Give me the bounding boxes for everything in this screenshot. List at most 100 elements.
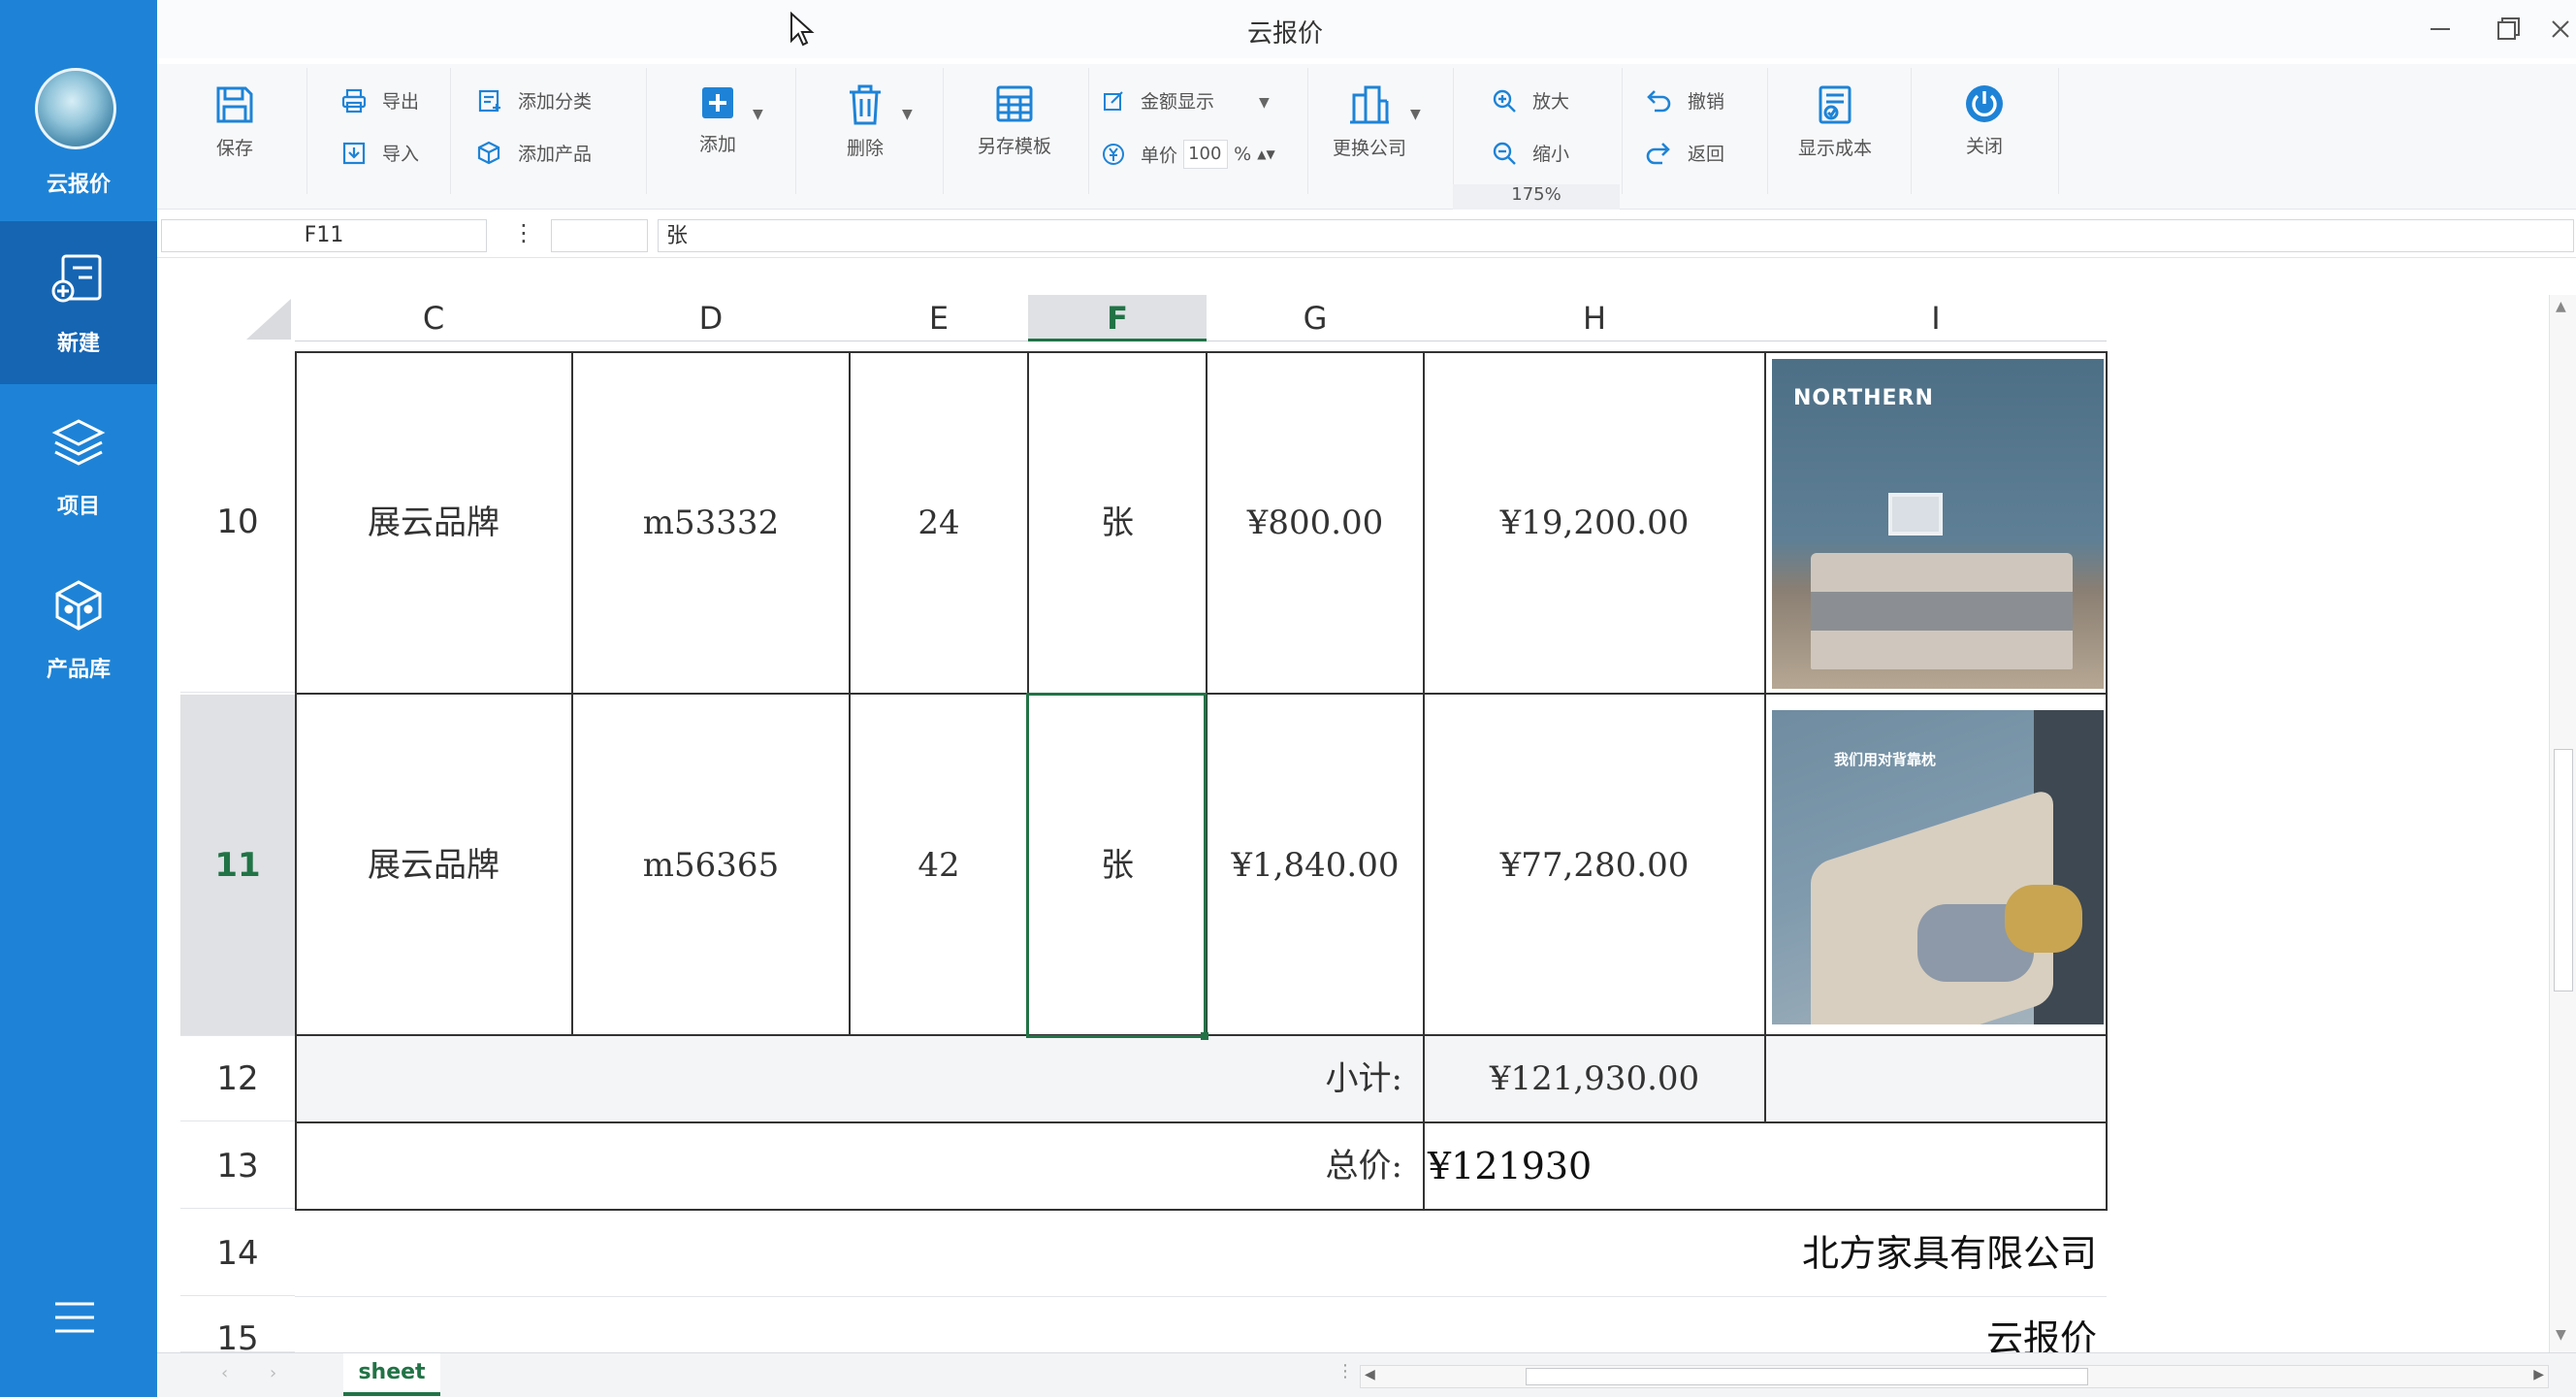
row-header-14[interactable]: 14	[180, 1211, 295, 1296]
restore-icon[interactable]	[2491, 12, 2526, 47]
cell-g11[interactable]: ¥1,840.00	[1208, 697, 1422, 1034]
delete-dropdown-caret-icon[interactable]: ▼	[902, 107, 913, 122]
scroll-left-icon[interactable]: ◀	[1365, 1367, 1375, 1382]
app-name-text[interactable]: 云报价	[1515, 1298, 2097, 1352]
box-icon	[55, 580, 102, 631]
function-box[interactable]	[551, 219, 648, 252]
row-header-13[interactable]: 13	[180, 1123, 295, 1209]
close-button[interactable]: 关闭	[1936, 83, 2033, 200]
cell-h11[interactable]: ¥77,280.00	[1426, 697, 1763, 1034]
cell-g10[interactable]: ¥800.00	[1208, 353, 1422, 693]
sheet-tab[interactable]: sheet	[343, 1353, 440, 1396]
scroll-down-icon[interactable]: ▼	[2556, 1327, 2566, 1343]
cell-c10[interactable]: 展云品牌	[297, 353, 570, 693]
zoom-in-label: 放大	[1532, 91, 1570, 113]
change-company-button[interactable]: 更换公司	[1321, 83, 1418, 200]
sidebar-item-projects[interactable]: 项目	[0, 384, 157, 547]
grand-total-value[interactable]: ¥121930	[1428, 1123, 2010, 1209]
cell-c11[interactable]: 展云品牌	[297, 697, 570, 1034]
cell-h10[interactable]: ¥19,200.00	[1426, 353, 1763, 693]
import-label: 导入	[382, 144, 420, 165]
table-icon	[996, 85, 1033, 122]
column-header-i[interactable]: I	[1765, 295, 2107, 341]
vertical-scroll-thumb[interactable]	[2554, 749, 2573, 991]
unit-price-percent-input[interactable]: 100	[1183, 140, 1229, 169]
grid-border	[1423, 351, 1425, 1211]
new-doc-icon	[51, 254, 102, 303]
sidebar-item-new[interactable]: 新建	[0, 221, 157, 384]
stepper-icon[interactable]: ▲▼	[1257, 147, 1274, 161]
scroll-right-icon[interactable]: ▶	[2533, 1367, 2544, 1382]
separator	[1453, 68, 1454, 194]
back-button[interactable]: 返回	[1645, 140, 1724, 175]
product-image-bed-2[interactable]: 我们用对背靠枕	[1772, 710, 2104, 1024]
import-button[interactable]: 导入	[341, 140, 419, 175]
cell-d11[interactable]: m56365	[574, 697, 848, 1034]
row-header-10[interactable]: 10	[180, 351, 295, 693]
cell-d10[interactable]: m53332	[574, 353, 848, 693]
undo-button[interactable]: 撤销	[1645, 87, 1724, 122]
save-template-button[interactable]: 另存模板	[966, 83, 1063, 200]
minimize-icon[interactable]	[2423, 12, 2458, 47]
horizontal-scrollbar[interactable]: ◀ ▶	[1360, 1365, 2549, 1388]
row-header-11[interactable]: 11	[180, 695, 295, 1036]
zoom-out-button[interactable]: 缩小	[1492, 140, 1569, 175]
selected-cell-f11[interactable]	[1026, 693, 1207, 1038]
vertical-scrollbar[interactable]: ▲ ▼	[2549, 295, 2576, 1352]
sidebar-item-label: 新建	[56, 332, 100, 356]
separator	[1307, 68, 1308, 194]
building-icon	[1350, 85, 1389, 124]
add-product-button[interactable]: 添加产品	[477, 140, 592, 175]
column-header-c[interactable]: C	[295, 295, 572, 341]
add-button[interactable]: 添加	[669, 83, 766, 200]
company-name[interactable]: 北方家具有限公司	[1515, 1211, 2097, 1296]
zoom-out-label: 缩小	[1532, 144, 1570, 165]
cell-e11[interactable]: 42	[852, 697, 1026, 1034]
formula-menu-icon[interactable]: ⋮	[512, 219, 535, 246]
amount-display-dropdown[interactable]: 金额显示	[1102, 87, 1214, 122]
grand-total-label[interactable]: 总价:	[297, 1123, 1402, 1209]
column-header-f[interactable]: F	[1028, 295, 1207, 341]
zoom-level: 175%	[1453, 184, 1620, 210]
column-header-h[interactable]: H	[1424, 295, 1765, 341]
row-header-12[interactable]: 12	[180, 1036, 295, 1121]
formula-input[interactable]: 张	[658, 219, 2574, 252]
wall-frame-graphic	[1888, 493, 1943, 536]
save-button[interactable]: 保存	[186, 83, 283, 200]
product-image-bed-1[interactable]: NORTHERN	[1772, 359, 2104, 689]
name-box[interactable]: F11	[161, 219, 487, 252]
add-category-button[interactable]: 添加分类	[477, 87, 592, 122]
close-label: 关闭	[1965, 136, 2003, 157]
column-header-g[interactable]: G	[1207, 295, 1424, 341]
separator	[1088, 68, 1089, 194]
save-label: 保存	[215, 138, 253, 159]
amount-display-caret-icon[interactable]: ▼	[1259, 95, 1270, 111]
delete-button[interactable]: 删除	[817, 83, 914, 200]
close-window-icon[interactable]	[2543, 12, 2576, 47]
edit-icon	[1104, 90, 1123, 111]
separator	[646, 68, 647, 194]
scroll-up-icon[interactable]: ▲	[2556, 299, 2566, 314]
hamburger-icon[interactable]	[53, 1300, 96, 1335]
tab-next-icon[interactable]: ›	[270, 1363, 276, 1383]
export-label: 导出	[382, 91, 420, 113]
cell-e10[interactable]: 24	[852, 353, 1026, 693]
change-company-caret-icon[interactable]: ▼	[1410, 107, 1421, 122]
horizontal-scroll-thumb[interactable]	[1526, 1368, 2088, 1385]
export-button[interactable]: 导出	[341, 87, 419, 122]
cell-f10[interactable]: 张	[1030, 353, 1205, 693]
subtotal-value[interactable]: ¥121,930.00	[1426, 1036, 1763, 1121]
subtotal-label[interactable]: 小计:	[297, 1036, 1402, 1121]
zoom-in-button[interactable]: 放大	[1492, 87, 1569, 122]
add-dropdown-caret-icon[interactable]: ▼	[753, 107, 763, 122]
splitter-handle-icon[interactable]: ⋮	[1336, 1361, 1354, 1381]
add-label: 添加	[698, 134, 736, 155]
ribbon-toolbar: 保存 导出 导入 添加分类 添加产品 添加 ▼ 删除 ▼ 另存模板 金额显示 ▼…	[157, 64, 2576, 210]
tab-prev-icon[interactable]: ‹	[221, 1363, 228, 1383]
select-all-corner[interactable]	[180, 295, 295, 341]
column-header-e[interactable]: E	[850, 295, 1028, 341]
row-header-15[interactable]: 15	[180, 1298, 295, 1352]
show-cost-button[interactable]: 显示成本	[1787, 83, 1884, 200]
column-header-d[interactable]: D	[572, 295, 850, 341]
sidebar-item-product-library[interactable]: 产品库	[0, 547, 157, 710]
